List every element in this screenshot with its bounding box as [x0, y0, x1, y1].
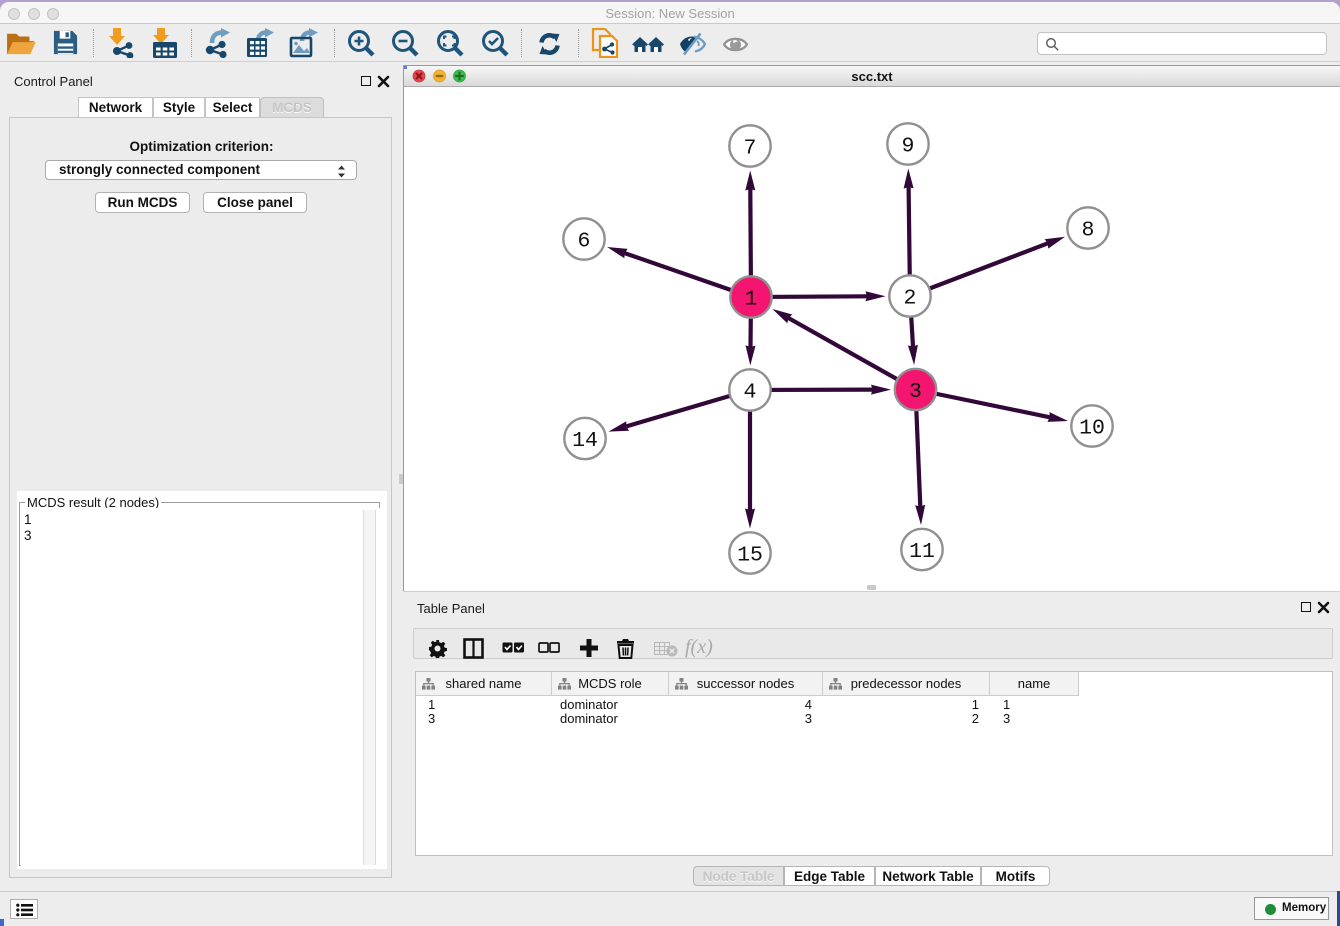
svg-text:15: 15	[737, 544, 763, 568]
svg-text:1: 1	[745, 288, 758, 312]
svg-text:3: 3	[909, 380, 922, 404]
svg-text:8: 8	[1082, 219, 1095, 243]
svg-text:6: 6	[578, 230, 591, 254]
svg-text:2: 2	[904, 287, 917, 311]
svg-text:11: 11	[909, 540, 935, 564]
svg-text:7: 7	[744, 137, 757, 161]
svg-text:4: 4	[744, 381, 757, 405]
svg-text:9: 9	[902, 135, 915, 159]
svg-text:10: 10	[1079, 417, 1105, 441]
svg-text:14: 14	[572, 429, 598, 453]
